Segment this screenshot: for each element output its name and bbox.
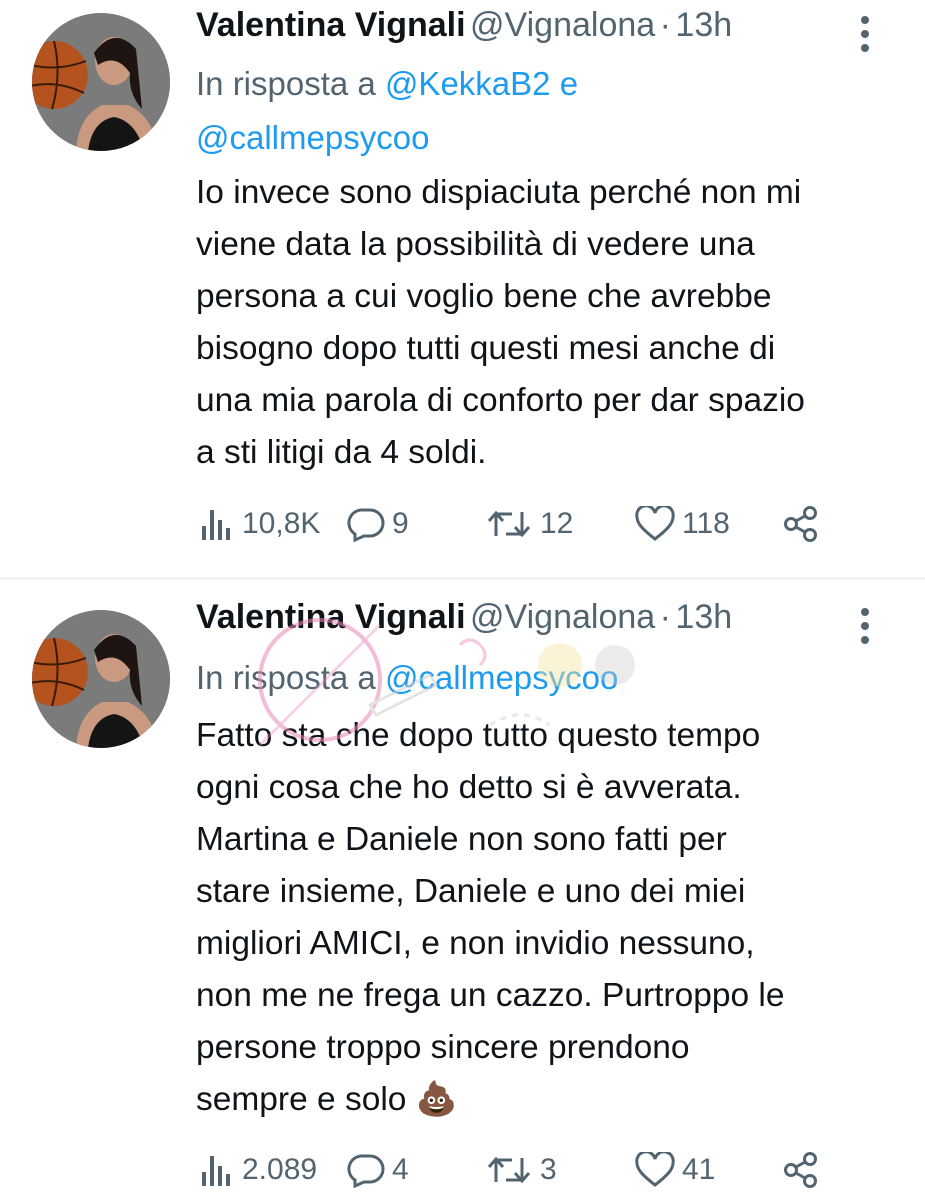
mention-link[interactable]: @callmepsycoo <box>385 659 618 696</box>
reply-button[interactable]: 4 <box>346 1145 409 1195</box>
heart-icon <box>635 506 675 541</box>
author-name[interactable]: Valentina Vignali <box>196 598 466 636</box>
mention-link[interactable]: @callmepsycoo <box>196 119 429 156</box>
share-button[interactable] <box>781 499 821 549</box>
share-button[interactable] <box>781 1145 821 1195</box>
timestamp[interactable]: 13h <box>675 598 732 636</box>
tweet-1[interactable]: Valentina Vignali @Vignalona · 13h In ri… <box>0 0 925 578</box>
more-options-icon[interactable] <box>859 14 871 54</box>
heart-icon <box>635 1152 675 1187</box>
tweet-actions: 10,8K 9 12 118 <box>196 499 925 549</box>
reply-count: 9 <box>392 507 409 540</box>
author-handle[interactable]: @Vignalona <box>470 6 655 44</box>
avatar[interactable] <box>32 610 170 748</box>
reply-context: In risposta a @KekkaB2 e @callmepsycoo <box>196 57 896 165</box>
views-button[interactable]: 10,8K <box>196 499 320 549</box>
tweet-header: Valentina Vignali @Vignalona · 13h <box>196 598 905 644</box>
more-options-icon[interactable] <box>859 606 871 646</box>
retweet-icon <box>487 1156 531 1184</box>
retweet-icon <box>487 510 531 538</box>
like-button[interactable]: 41 <box>634 1145 715 1195</box>
views-button[interactable]: 2.089 <box>196 1145 317 1195</box>
tweet-header: Valentina Vignali @Vignalona · 13h <box>196 6 905 52</box>
mention-link[interactable]: @KekkaB2 <box>385 65 551 102</box>
reply-count: 4 <box>392 1153 409 1186</box>
reply-joiner: e <box>559 65 579 102</box>
reply-prefix: In risposta a <box>196 65 376 102</box>
share-icon <box>784 1152 817 1188</box>
reply-icon <box>347 508 385 542</box>
reply-icon <box>347 1154 385 1188</box>
share-icon <box>784 506 817 542</box>
analytics-icon <box>202 1156 230 1186</box>
tweet-text: Io invece sono dispiaciuta perché non mi… <box>196 174 805 471</box>
reply-prefix: In risposta a <box>196 659 376 696</box>
like-count: 41 <box>682 1153 716 1186</box>
tweet-actions: 2.089 4 3 41 <box>196 1145 925 1195</box>
like-button[interactable]: 118 <box>634 499 730 549</box>
retweet-button[interactable]: 3 <box>484 1145 557 1195</box>
author-name[interactable]: Valentina Vignali <box>196 6 466 44</box>
retweet-count: 12 <box>540 507 574 540</box>
tweet-text: Fatto sta che dopo tutto questo tempo og… <box>196 717 785 1118</box>
reply-button[interactable]: 9 <box>346 499 409 549</box>
avatar[interactable] <box>32 13 170 151</box>
like-count: 118 <box>682 507 730 540</box>
views-count: 10,8K <box>242 507 321 540</box>
tweet-2[interactable]: Valentina Vignali @Vignalona · 13h In ri… <box>0 580 925 1200</box>
retweet-count: 3 <box>540 1153 557 1186</box>
author-handle[interactable]: @Vignalona <box>470 598 655 636</box>
separator: · <box>659 598 671 636</box>
timestamp[interactable]: 13h <box>675 6 732 44</box>
views-count: 2.089 <box>242 1153 318 1186</box>
separator: · <box>659 6 671 44</box>
reply-context: In risposta a @callmepsycoo <box>196 651 896 705</box>
retweet-button[interactable]: 12 <box>484 499 573 549</box>
analytics-icon <box>202 510 230 540</box>
